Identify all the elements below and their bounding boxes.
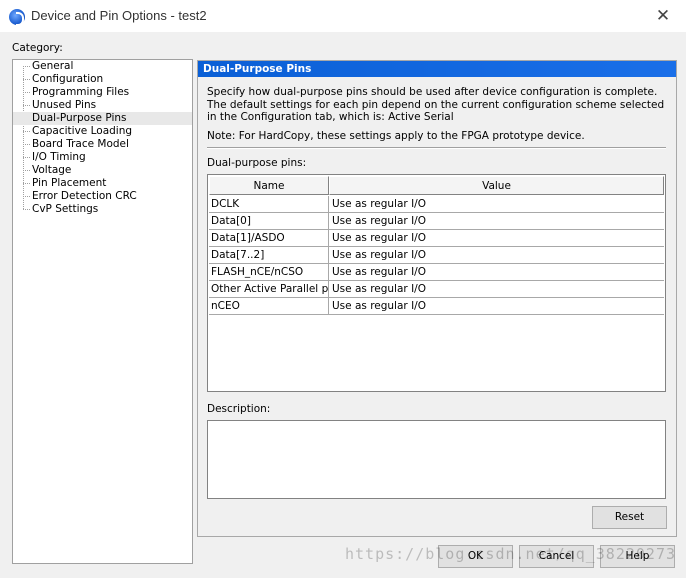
pins-table[interactable]: Name Value DCLK Use as regular I/O Data[…	[207, 174, 666, 392]
category-item-configuration[interactable]: Configuration	[31, 73, 104, 86]
pin-value-cell[interactable]: Use as regular I/O	[329, 196, 664, 212]
panel-title: Dual-Purpose Pins	[198, 61, 676, 77]
category-item-board-trace-model[interactable]: Board Trace Model	[31, 138, 130, 151]
category-item-voltage[interactable]: Voltage	[31, 164, 72, 177]
pin-value-cell[interactable]: Use as regular I/O	[329, 213, 664, 229]
table-row[interactable]: Data[7..2] Use as regular I/O	[209, 247, 664, 264]
pin-name-cell: Data[7..2]	[209, 247, 329, 263]
pin-name-cell: FLASH_nCE/nCSO	[209, 264, 329, 280]
panel-description: Specify how dual-purpose pins should be …	[207, 86, 665, 123]
ok-button[interactable]: OK	[438, 545, 513, 568]
tree-connector	[23, 92, 30, 93]
table-row[interactable]: FLASH_nCE/nCSO Use as regular I/O	[209, 264, 664, 281]
category-item-programming-files[interactable]: Programming Files	[31, 86, 130, 99]
pin-name-cell: DCLK	[209, 196, 329, 212]
title-bar: Device and Pin Options - test2 ✕	[0, 0, 686, 32]
pin-name-cell: nCEO	[209, 298, 329, 314]
table-header: Name Value	[209, 176, 664, 195]
category-item-error-detection-crc[interactable]: Error Detection CRC	[31, 190, 138, 203]
table-row[interactable]: Other Active Parallel pins Use as regula…	[209, 281, 664, 298]
category-item-capacitive-loading[interactable]: Capacitive Loading	[31, 125, 133, 138]
tree-connector	[23, 131, 30, 132]
pin-value-cell[interactable]: Use as regular I/O	[329, 281, 664, 297]
separator	[207, 147, 666, 149]
category-item-unused-pins[interactable]: Unused Pins	[31, 99, 97, 112]
description-label: Description:	[207, 403, 271, 415]
cancel-button[interactable]: Cancel	[519, 545, 594, 568]
help-button[interactable]: Help	[600, 545, 675, 568]
app-icon	[9, 9, 25, 26]
close-button[interactable]: ✕	[640, 0, 686, 31]
pin-name-cell: Other Active Parallel pins	[211, 281, 329, 297]
pin-value-cell[interactable]: Use as regular I/O	[329, 298, 664, 314]
reset-button[interactable]: Reset	[592, 506, 667, 529]
tree-connector	[23, 196, 30, 197]
category-item-cvp-settings[interactable]: CvP Settings	[31, 203, 99, 216]
column-header-value[interactable]: Value	[329, 176, 664, 195]
category-item-general[interactable]: General	[31, 60, 74, 73]
category-tree[interactable]: General Configuration Programming Files …	[12, 59, 193, 564]
category-item-io-timing[interactable]: I/O Timing	[31, 151, 87, 164]
pin-name-cell: Data[0]	[209, 213, 329, 229]
table-row[interactable]: nCEO Use as regular I/O	[209, 298, 664, 315]
tree-connector	[23, 170, 30, 171]
column-header-name[interactable]: Name	[209, 176, 329, 195]
dual-purpose-pins-label: Dual-purpose pins:	[207, 157, 307, 169]
tree-connector	[23, 66, 24, 209]
tree-connector	[23, 105, 30, 106]
pin-value-cell[interactable]: Use as regular I/O	[329, 247, 664, 263]
tree-connector	[23, 66, 30, 67]
pin-value-cell[interactable]: Use as regular I/O	[329, 264, 664, 280]
table-row[interactable]: Data[1]/ASDO Use as regular I/O	[209, 230, 664, 247]
tree-connector	[23, 79, 30, 80]
description-field[interactable]	[207, 420, 666, 499]
tree-connector	[23, 183, 30, 184]
category-label: Category:	[12, 42, 63, 54]
table-row[interactable]: Data[0] Use as regular I/O	[209, 213, 664, 230]
pin-name-cell: Data[1]/ASDO	[209, 230, 329, 246]
dual-purpose-pins-panel: Dual-Purpose Pins Specify how dual-purpo…	[197, 60, 677, 537]
tree-connector	[23, 144, 30, 145]
pin-value-cell[interactable]: Use as regular I/O	[329, 230, 664, 246]
panel-note: Note: For HardCopy, these settings apply…	[207, 130, 585, 142]
tree-connector	[23, 209, 30, 210]
table-row[interactable]: DCLK Use as regular I/O	[209, 196, 664, 213]
category-item-pin-placement[interactable]: Pin Placement	[31, 177, 107, 190]
dialog-body: Category: General Configuration Programm…	[0, 32, 686, 578]
window-title: Device and Pin Options - test2	[31, 8, 207, 23]
category-item-dual-purpose-pins[interactable]: Dual-Purpose Pins	[13, 112, 192, 125]
tree-connector	[23, 157, 30, 158]
